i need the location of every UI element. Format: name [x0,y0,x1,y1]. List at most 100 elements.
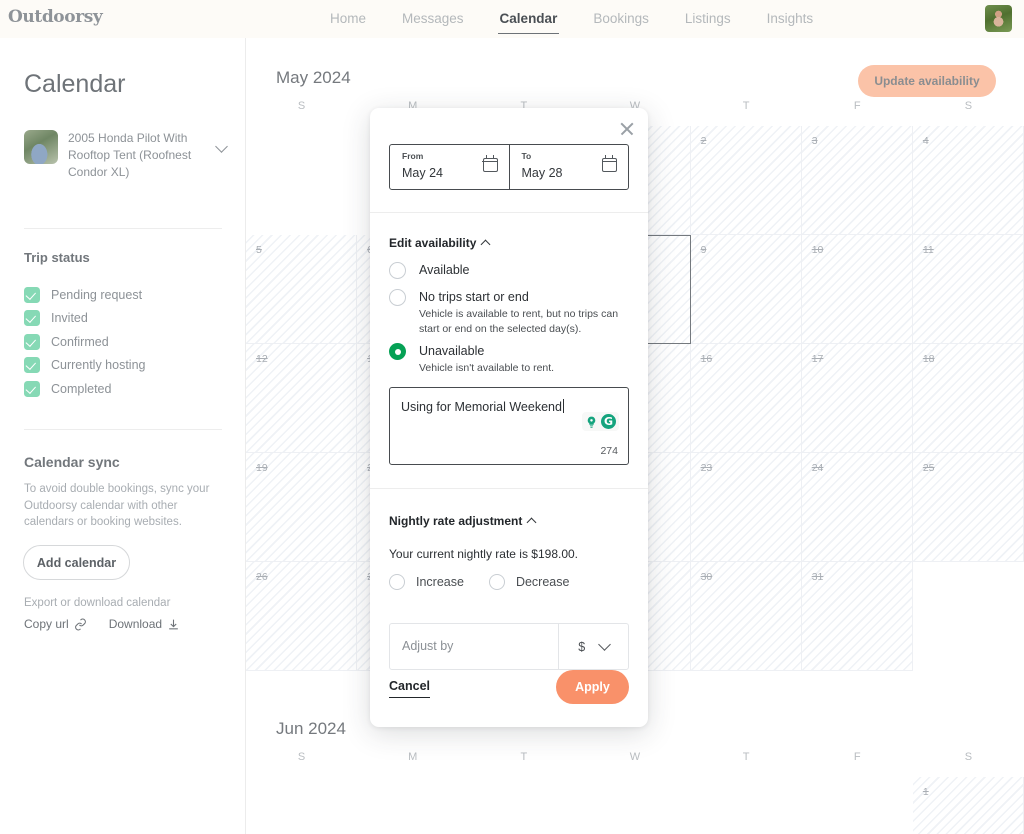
calendar-cell-empty [801,777,913,834]
download-button[interactable]: Download [109,617,180,631]
day-number: 2 [700,135,707,147]
grammarly-badge[interactable]: G [582,412,619,431]
increase-label: Increase [416,575,464,589]
date-to-field[interactable]: To May 28 [508,145,629,189]
availability-option-unavailable[interactable]: Unavailable Vehicle isn't available to r… [389,342,624,376]
radio-increase[interactable] [389,574,405,590]
calendar-cell-day[interactable]: 24 [801,453,913,562]
dow-4: T [742,100,750,112]
checkbox-icon[interactable] [24,310,40,326]
edit-availability-modal: From May 24 To May 28 Edit availability … [370,108,648,727]
dow-0: S [297,100,306,112]
chevron-up-icon[interactable] [480,239,491,250]
dow-5: F [853,100,861,112]
checkbox-icon[interactable] [24,380,40,397]
update-availability-button[interactable]: Update availability [858,65,996,97]
apply-button[interactable]: Apply [556,670,629,704]
dow-2: T [520,751,528,763]
checkbox-icon[interactable] [24,286,40,303]
checkbox-icon[interactable] [24,357,40,373]
decrease-label: Decrease [515,575,570,589]
checkbox-icon[interactable] [24,333,40,350]
day-number: 3 [811,135,818,147]
dow-6: S [964,100,973,112]
calendar-cell-day[interactable]: 18 [912,344,1024,453]
nav-item-calendar[interactable]: Calendar [497,0,560,38]
currency-unit-select[interactable]: $ [558,624,628,669]
note-textarea[interactable]: Using for Memorial Weekend G 274 [389,387,629,465]
lightbulb-icon[interactable] [585,415,598,429]
radio-no-trips-start-or-end[interactable] [389,289,406,306]
nightly-rate-heading[interactable]: Nightly rate adjustment [389,514,537,528]
trip-status-heading: Trip status [24,250,90,265]
calendar-icon[interactable] [601,155,617,172]
calendar-cell-day[interactable]: 10 [801,235,913,344]
trip-status-item[interactable]: Confirmed [24,330,146,353]
edit-availability-label: Edit availability [389,236,477,250]
day-number: 23 [700,462,713,474]
edit-availability-heading[interactable]: Edit availability [389,236,491,250]
calendar-cell-day[interactable]: 25 [912,453,1024,562]
date-to-value: May 28 [521,166,563,180]
availability-option-available[interactable]: Available [389,261,470,279]
copy-url-button[interactable]: Copy url [24,617,87,631]
calendar-cell-day[interactable]: 3 [801,126,913,235]
grammarly-icon[interactable]: G [601,414,616,429]
radio-available[interactable] [389,262,406,279]
date-to-label: To [521,151,532,161]
brand-logo[interactable]: Outdoorsy [8,7,103,27]
copy-url-label: Copy url [24,617,69,631]
chevron-down-icon[interactable] [597,638,611,651]
chevron-down-icon[interactable] [215,140,228,153]
day-number: 16 [700,353,713,365]
listing-selector[interactable]: 2005 Honda Pilot With Rooftop Tent (Roof… [24,130,228,181]
close-icon[interactable] [619,121,635,137]
availability-option-no-trips[interactable]: No trips start or end Vehicle is availab… [389,288,624,337]
page-title: Calendar [24,70,126,98]
calendar-cell-empty [246,126,358,235]
month-label: May 2024 [276,68,351,87]
nav-item-listings[interactable]: Listings [685,0,731,38]
cancel-button[interactable]: Cancel [389,679,430,698]
chevron-up-icon[interactable] [526,517,537,528]
date-from-field[interactable]: From May 24 [390,145,509,189]
export-actions: Copy url Download [24,617,180,631]
calendar-cell-day[interactable]: 23 [690,453,802,562]
nav-item-insights[interactable]: Insights [767,0,814,38]
trip-status-item[interactable]: Currently hosting [24,354,146,377]
trip-status-label: Currently hosting [51,358,146,372]
add-calendar-button[interactable]: Add calendar [23,545,130,580]
nav-item-bookings[interactable]: Bookings [593,0,649,38]
calendar-cell-day[interactable]: 1 [912,777,1024,834]
dow-3: W [629,751,641,763]
calendar-cell-day[interactable]: 31 [801,562,913,671]
calendar-cell-day[interactable]: 12 [246,344,358,453]
calendar-cell-day[interactable]: 30 [690,562,802,671]
calendar-cell-day[interactable]: 26 [246,562,358,671]
calendar-cell-day[interactable]: 16 [690,344,802,453]
trip-status-item[interactable]: Invited [24,307,146,330]
calendar-cell-day[interactable]: 11 [912,235,1024,344]
option-description: Vehicle is available to rent, but no tri… [419,308,619,335]
nav-item-home[interactable]: Home [330,0,366,38]
trip-status-item[interactable]: Pending request [24,283,146,306]
calendar-cell-day[interactable]: 19 [246,453,358,562]
radio-unavailable[interactable] [389,343,406,360]
day-number: 18 [922,353,935,365]
user-avatar[interactable] [985,5,1012,32]
date-from-label: From [402,151,424,161]
calendar-cell-day[interactable]: 17 [801,344,913,453]
current-rate-text: Your current nightly rate is $198.00. [389,547,579,561]
adjust-by-input[interactable]: Adjust by [390,624,558,669]
calendar-cell-day[interactable]: 4 [912,126,1024,235]
trip-status-item[interactable]: Completed [24,377,146,400]
nav-item-messages[interactable]: Messages [402,0,464,38]
calendar-grid: 12345678 [246,777,1024,834]
calendar-cell-day[interactable]: 2 [690,126,802,235]
day-number: 25 [922,462,935,474]
radio-decrease[interactable] [488,574,505,590]
calendar-cell-day[interactable]: 5 [246,235,358,344]
calendar-cell-day[interactable]: 9 [690,235,802,344]
day-number: 19 [256,462,268,474]
calendar-icon[interactable] [482,155,498,172]
